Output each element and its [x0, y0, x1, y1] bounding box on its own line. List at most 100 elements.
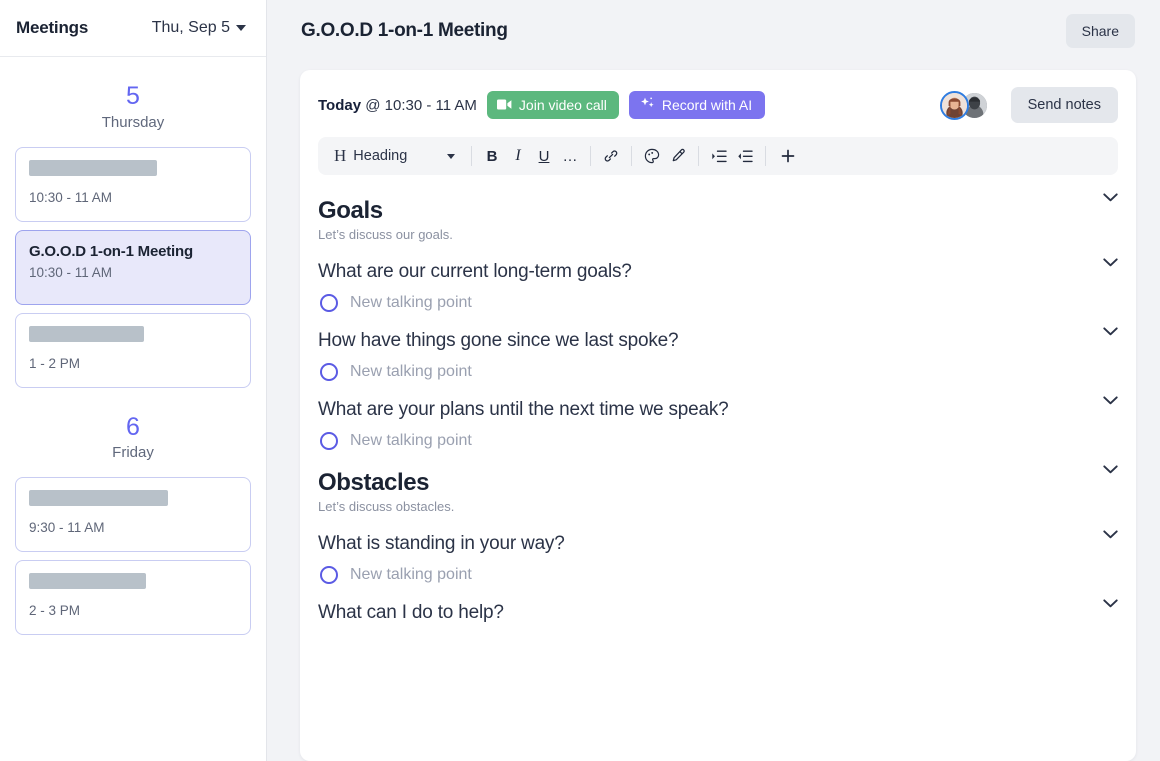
- meeting-time-range: @ 10:30 - 11 AM: [365, 96, 477, 114]
- sidebar-meeting-list[interactable]: 5 Thursday 10:30 - 11 AM G.O.O.D 1-on-1 Mee…: [0, 57, 266, 761]
- collapse-chevron-icon[interactable]: [1103, 390, 1118, 405]
- meeting-card-time: 2 - 3 PM: [29, 603, 81, 618]
- collapse-chevron-icon[interactable]: [1103, 187, 1118, 202]
- meeting-time-prefix: Today: [318, 96, 362, 114]
- day-weekday: Friday: [112, 444, 154, 461]
- sidebar-header: Meetings Thu, Sep 5: [0, 0, 266, 57]
- sidebar: Meetings Thu, Sep 5 5 Thursday 10:30 - 11 …: [0, 0, 267, 761]
- talking-point-checkbox-icon[interactable]: [320, 432, 338, 450]
- question-text[interactable]: What are our current long-term goals?: [318, 252, 632, 290]
- talking-point-row[interactable]: New talking point: [318, 562, 1118, 593]
- section-header-row: Goals: [318, 187, 1118, 227]
- collapse-chevron-icon[interactable]: [1103, 459, 1118, 474]
- toolbar-divider: [590, 146, 591, 166]
- indent-increase-icon[interactable]: [706, 143, 732, 169]
- join-video-call-button[interactable]: Join video call: [486, 91, 619, 119]
- day-weekday: Thursday: [101, 113, 165, 131]
- collapse-chevron-icon[interactable]: [1103, 593, 1118, 608]
- talking-point-checkbox-icon[interactable]: [320, 566, 338, 584]
- underline-button[interactable]: U: [531, 143, 557, 169]
- toolbar-divider: [698, 146, 699, 166]
- question-row: What are your plans until the next time …: [318, 390, 1118, 428]
- question-text[interactable]: What are your plans until the next time …: [318, 390, 729, 428]
- talking-point-checkbox-icon[interactable]: [320, 294, 338, 312]
- day-number: 6: [126, 412, 140, 441]
- chevron-down-icon: [236, 25, 246, 31]
- meeting-notes-body: Goals Let’s discuss our goals. What are ou…: [300, 175, 1136, 631]
- link-icon[interactable]: [598, 143, 624, 169]
- record-with-ai-button[interactable]: Record with AI: [628, 91, 766, 119]
- sparkles-icon: [640, 97, 655, 113]
- meeting-card-time: 9:30 - 11 AM: [29, 520, 105, 535]
- question-row: What are our current long-term goals?: [318, 252, 1118, 290]
- day-number: 5: [126, 82, 140, 110]
- page-title: G.O.O.D 1-on-1 Meeting: [301, 20, 508, 41]
- section-subtitle: Let’s discuss obstacles.: [318, 499, 455, 514]
- section-subtitle: Let’s discuss our goals.: [318, 227, 453, 242]
- attendee-avatars[interactable]: [939, 90, 989, 120]
- meeting-actions-bar: Today @ 10:30 - 11 AM Join video call Re…: [300, 70, 1136, 133]
- chevron-down-icon: [447, 153, 455, 159]
- video-camera-icon: [496, 97, 512, 113]
- indent-decrease-icon[interactable]: [732, 143, 758, 169]
- highlighter-icon[interactable]: [665, 143, 691, 169]
- palette-icon[interactable]: [639, 143, 665, 169]
- talking-point-placeholder[interactable]: New talking point: [350, 294, 472, 312]
- main-panel: G.O.O.D 1-on-1 Meeting Share Today @ 10:…: [267, 0, 1160, 761]
- text-style-select[interactable]: H Heading: [324, 141, 464, 171]
- date-picker-label: Thu, Sep 5: [151, 19, 230, 36]
- collapse-chevron-icon[interactable]: [1103, 524, 1118, 539]
- italic-button[interactable]: I: [505, 143, 531, 169]
- question-row: What can I do to help?: [318, 593, 1118, 631]
- question-text[interactable]: What can I do to help?: [318, 593, 504, 631]
- meeting-card[interactable]: G.O.O.D 1-on-1 Meeting 10:30 - 11 AM: [15, 229, 251, 305]
- toolbar-divider: [631, 146, 632, 166]
- avatar-person-1[interactable]: [939, 90, 969, 120]
- question-text[interactable]: How have things gone since we last spoke…: [318, 321, 679, 359]
- question-row: What is standing in your way?: [318, 524, 1118, 562]
- collapse-chevron-icon[interactable]: [1103, 252, 1118, 267]
- app-root: Meetings Thu, Sep 5 5 Thursday 10:30 - 11 …: [0, 0, 1160, 761]
- meeting-card[interactable]: 9:30 - 11 AM: [15, 477, 251, 552]
- meeting-card[interactable]: 10:30 - 11 AM: [15, 146, 251, 222]
- meeting-card-time: 10:30 - 11 AM: [29, 189, 113, 205]
- talking-point-row[interactable]: New talking point: [318, 359, 1118, 390]
- meeting-notes-card: Today @ 10:30 - 11 AM Join video call Re…: [300, 70, 1136, 761]
- section-title: Obstacles: [318, 469, 430, 496]
- share-button[interactable]: Share: [1065, 14, 1135, 48]
- meeting-card[interactable]: 1 - 2 PM: [15, 312, 251, 388]
- talking-point-row[interactable]: New talking point: [318, 428, 1118, 459]
- text-style-value: Heading: [353, 148, 408, 164]
- talking-point-row[interactable]: New talking point: [318, 290, 1118, 321]
- collapse-chevron-icon[interactable]: [1103, 321, 1118, 336]
- sidebar-title: Meetings: [16, 18, 89, 37]
- editor-toolbar: H Heading B I U …: [318, 137, 1118, 175]
- meeting-card-time: 1 - 2 PM: [29, 355, 81, 371]
- insert-block-button[interactable]: [773, 149, 809, 163]
- date-picker[interactable]: Thu, Sep 5: [152, 19, 250, 37]
- bold-button[interactable]: B: [479, 143, 505, 169]
- question-text[interactable]: What is standing in your way?: [318, 524, 565, 562]
- record-with-ai-label: Record with AI: [661, 97, 753, 113]
- talking-point-placeholder[interactable]: New talking point: [350, 566, 472, 584]
- day-group: 6 Friday 9:30 - 11 AM 2 - 3 PM: [15, 412, 251, 635]
- meeting-title-redacted: [29, 490, 168, 506]
- talking-point-placeholder[interactable]: New talking point: [350, 363, 472, 381]
- day-group: 5 Thursday 10:30 - 11 AM G.O.O.D 1-on-1 Mee…: [15, 82, 251, 388]
- talking-point-placeholder[interactable]: New talking point: [350, 432, 472, 450]
- meeting-card-time: 10:30 - 11 AM: [29, 264, 113, 280]
- send-notes-button[interactable]: Send notes: [1010, 87, 1118, 123]
- heading-glyph-icon: H: [334, 146, 347, 165]
- meeting-card-title: G.O.O.D 1-on-1 Meeting: [29, 242, 193, 260]
- meeting-title-redacted: [29, 159, 157, 176]
- talking-point-checkbox-icon[interactable]: [320, 363, 338, 381]
- more-formatting-button[interactable]: …: [557, 143, 583, 169]
- section-title: Goals: [318, 197, 383, 224]
- meeting-card[interactable]: 2 - 3 PM: [15, 560, 251, 635]
- meeting-title-redacted: [29, 573, 146, 589]
- toolbar-divider: [471, 146, 472, 166]
- meeting-title-redacted: [29, 325, 144, 342]
- plus-icon: [781, 149, 795, 163]
- question-row: How have things gone since we last spoke…: [318, 321, 1118, 359]
- main-header: G.O.O.D 1-on-1 Meeting Share: [267, 0, 1160, 62]
